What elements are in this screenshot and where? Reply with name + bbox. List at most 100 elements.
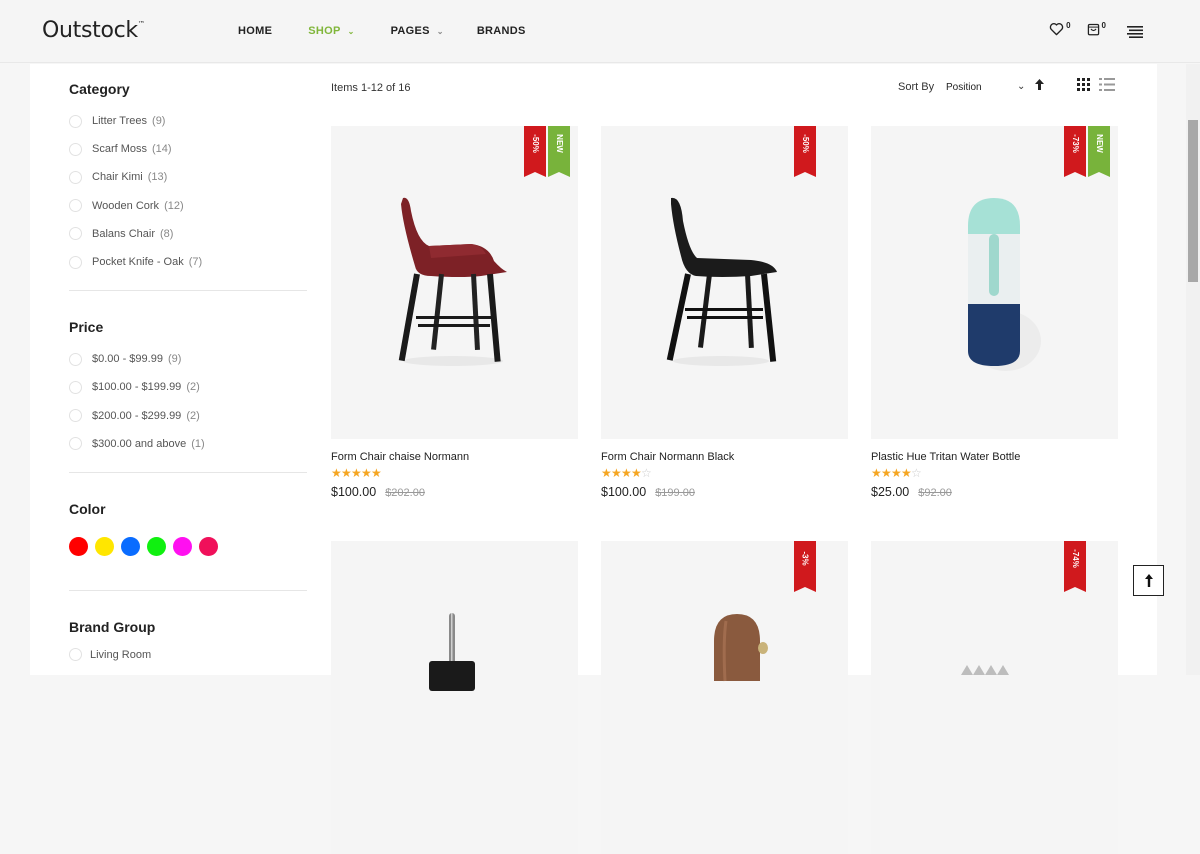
items-count: Items 1-12 of 16 bbox=[331, 82, 411, 94]
nav-shop[interactable]: SHOP ⌄ bbox=[308, 25, 354, 37]
star-filled-icon: ★ bbox=[871, 466, 882, 480]
product-image[interactable]: -74% bbox=[871, 541, 1118, 854]
star-filled-icon: ★ bbox=[341, 466, 352, 480]
radio-button[interactable] bbox=[69, 170, 82, 184]
star-filled-icon: ★ bbox=[361, 466, 372, 480]
category-option[interactable]: Balans Chair (8) bbox=[69, 220, 307, 248]
price: $25.00 bbox=[871, 485, 910, 499]
chevron-down-icon[interactable]: ⌄ bbox=[1017, 81, 1025, 92]
sort-select[interactable]: Position bbox=[946, 82, 1026, 93]
product-card[interactable]: -50% NEW Form Chair chaise Normann ★ ★ ★ ★ ★… bbox=[331, 126, 578, 499]
product-image[interactable]: -73% NEW bbox=[871, 126, 1118, 439]
price-option[interactable]: $300.00 and above (1) bbox=[69, 430, 307, 458]
product-card[interactable] bbox=[331, 541, 578, 854]
badges: -50% NEW bbox=[522, 126, 570, 177]
star-empty-icon: ☆ bbox=[641, 466, 652, 480]
nav-home[interactable]: HOME bbox=[238, 25, 272, 37]
radio-button[interactable] bbox=[69, 142, 82, 156]
radio-button[interactable] bbox=[69, 648, 82, 662]
rating-stars: ★ ★ ★ ★ ☆ bbox=[871, 467, 1118, 479]
color-swatch-magenta[interactable] bbox=[173, 536, 192, 556]
option-label: Balans Chair bbox=[92, 227, 155, 240]
logo[interactable]: Outstock™ bbox=[42, 18, 145, 43]
category-option[interactable]: Wooden Cork (12) bbox=[69, 192, 307, 220]
color-swatch-red[interactable] bbox=[69, 536, 88, 556]
radio-button[interactable] bbox=[69, 352, 82, 366]
color-swatch-blue[interactable] bbox=[121, 536, 140, 556]
category-option[interactable]: Pocket Knife - Oak (7) bbox=[69, 248, 307, 276]
price: $100.00 bbox=[331, 485, 377, 499]
menu-button[interactable] bbox=[1127, 25, 1143, 43]
option-count: (2) bbox=[186, 409, 200, 422]
radio-button[interactable] bbox=[69, 114, 82, 128]
brand-option[interactable]: Living Room bbox=[69, 645, 307, 665]
radio-button[interactable] bbox=[69, 227, 82, 241]
product-name[interactable]: Form Chair chaise Normann bbox=[331, 451, 578, 463]
product-card[interactable]: -74% bbox=[871, 541, 1118, 854]
rating-stars: ★ ★ ★ ★ ★ bbox=[331, 467, 578, 479]
category-option[interactable]: Chair Kimi (13) bbox=[69, 163, 307, 191]
color-swatch-yellow[interactable] bbox=[95, 536, 114, 556]
price-option[interactable]: $200.00 - $299.99 (2) bbox=[69, 402, 307, 430]
product-card[interactable]: -73% NEW Plastic Hue Tritan Water Bottle… bbox=[871, 126, 1118, 499]
heart-icon bbox=[1049, 23, 1064, 36]
product-toolbar: Items 1-12 of 16 Sort By Position ⌄ bbox=[331, 78, 1119, 97]
option-count: (14) bbox=[152, 143, 172, 156]
trademark: ™ bbox=[137, 20, 145, 28]
arrow-up-icon bbox=[1144, 574, 1153, 587]
product-image[interactable] bbox=[331, 541, 578, 854]
star-filled-icon: ★ bbox=[881, 466, 892, 480]
back-to-top-button[interactable] bbox=[1133, 565, 1164, 596]
category-option[interactable]: Litter Trees (9) bbox=[69, 107, 307, 135]
product-name[interactable]: Plastic Hue Tritan Water Bottle bbox=[871, 451, 1118, 463]
radio-button[interactable] bbox=[69, 199, 82, 213]
sort-direction-button[interactable] bbox=[1035, 79, 1044, 93]
radio-button[interactable] bbox=[69, 255, 82, 269]
price: $100.00 bbox=[601, 485, 647, 499]
old-price: $202.00 bbox=[385, 487, 425, 499]
nav-brands[interactable]: BRANDS bbox=[477, 25, 526, 37]
radio-button[interactable] bbox=[69, 380, 82, 394]
arrow-up-icon bbox=[1035, 79, 1044, 90]
price-option[interactable]: $0.00 - $99.99 (9) bbox=[69, 345, 307, 373]
wishlist-button[interactable]: 0 bbox=[1049, 21, 1071, 36]
category-option[interactable]: Scarf Moss (14) bbox=[69, 135, 307, 163]
color-swatch-crimson[interactable] bbox=[199, 536, 218, 556]
product-image[interactable]: -50% NEW bbox=[331, 126, 578, 439]
product-image[interactable]: -50% bbox=[601, 126, 848, 439]
product-card[interactable]: -50% Form Chair Normann Black ★ ★ ★ ★ ☆ $100… bbox=[601, 126, 848, 499]
filter-sidebar: Category Litter Trees (9) Scarf Moss (14) … bbox=[69, 64, 307, 665]
option-label: Chair Kimi bbox=[92, 171, 143, 184]
star-filled-icon: ★ bbox=[331, 466, 342, 480]
scrollbar-thumb[interactable] bbox=[1188, 120, 1198, 282]
nav-pages-label: PAGES bbox=[390, 25, 430, 37]
option-label: Living Room bbox=[90, 648, 152, 661]
logo-text: Outstock bbox=[42, 18, 138, 43]
color-swatch-green[interactable] bbox=[147, 536, 166, 556]
site-header: Outstock™ HOME SHOP ⌄ PAGES ⌄ BRANDS 0 0 bbox=[0, 0, 1200, 63]
option-count: (1) bbox=[191, 437, 205, 450]
option-count: (13) bbox=[147, 171, 168, 184]
badge-text: -3% bbox=[800, 551, 810, 566]
radio-button[interactable] bbox=[69, 437, 82, 451]
header-actions: 0 0 bbox=[1031, 21, 1106, 36]
product-card[interactable]: -3% bbox=[601, 541, 848, 854]
grid-view-button[interactable] bbox=[1077, 78, 1090, 94]
sale-badge: -73% bbox=[1064, 126, 1086, 177]
star-filled-icon: ★ bbox=[351, 466, 362, 480]
scrollbar[interactable] bbox=[1186, 64, 1200, 675]
option-count: (12) bbox=[164, 199, 184, 212]
radio-button[interactable] bbox=[69, 409, 82, 423]
nav-pages[interactable]: PAGES ⌄ bbox=[391, 25, 444, 37]
pen-holder-image bbox=[429, 613, 475, 691]
product-image[interactable]: -3% bbox=[601, 541, 848, 854]
star-filled-icon: ★ bbox=[611, 466, 622, 480]
cart-button[interactable]: 0 bbox=[1087, 21, 1106, 36]
badge-text: NEW bbox=[554, 134, 564, 153]
badge-text: -50% bbox=[800, 134, 810, 153]
product-prices: $100.00 $202.00 bbox=[331, 485, 578, 499]
list-view-button[interactable] bbox=[1099, 78, 1115, 94]
product-name[interactable]: Form Chair Normann Black bbox=[601, 451, 848, 463]
price-option[interactable]: $100.00 - $199.99 (2) bbox=[69, 373, 307, 401]
price-title: Price bbox=[69, 319, 104, 336]
